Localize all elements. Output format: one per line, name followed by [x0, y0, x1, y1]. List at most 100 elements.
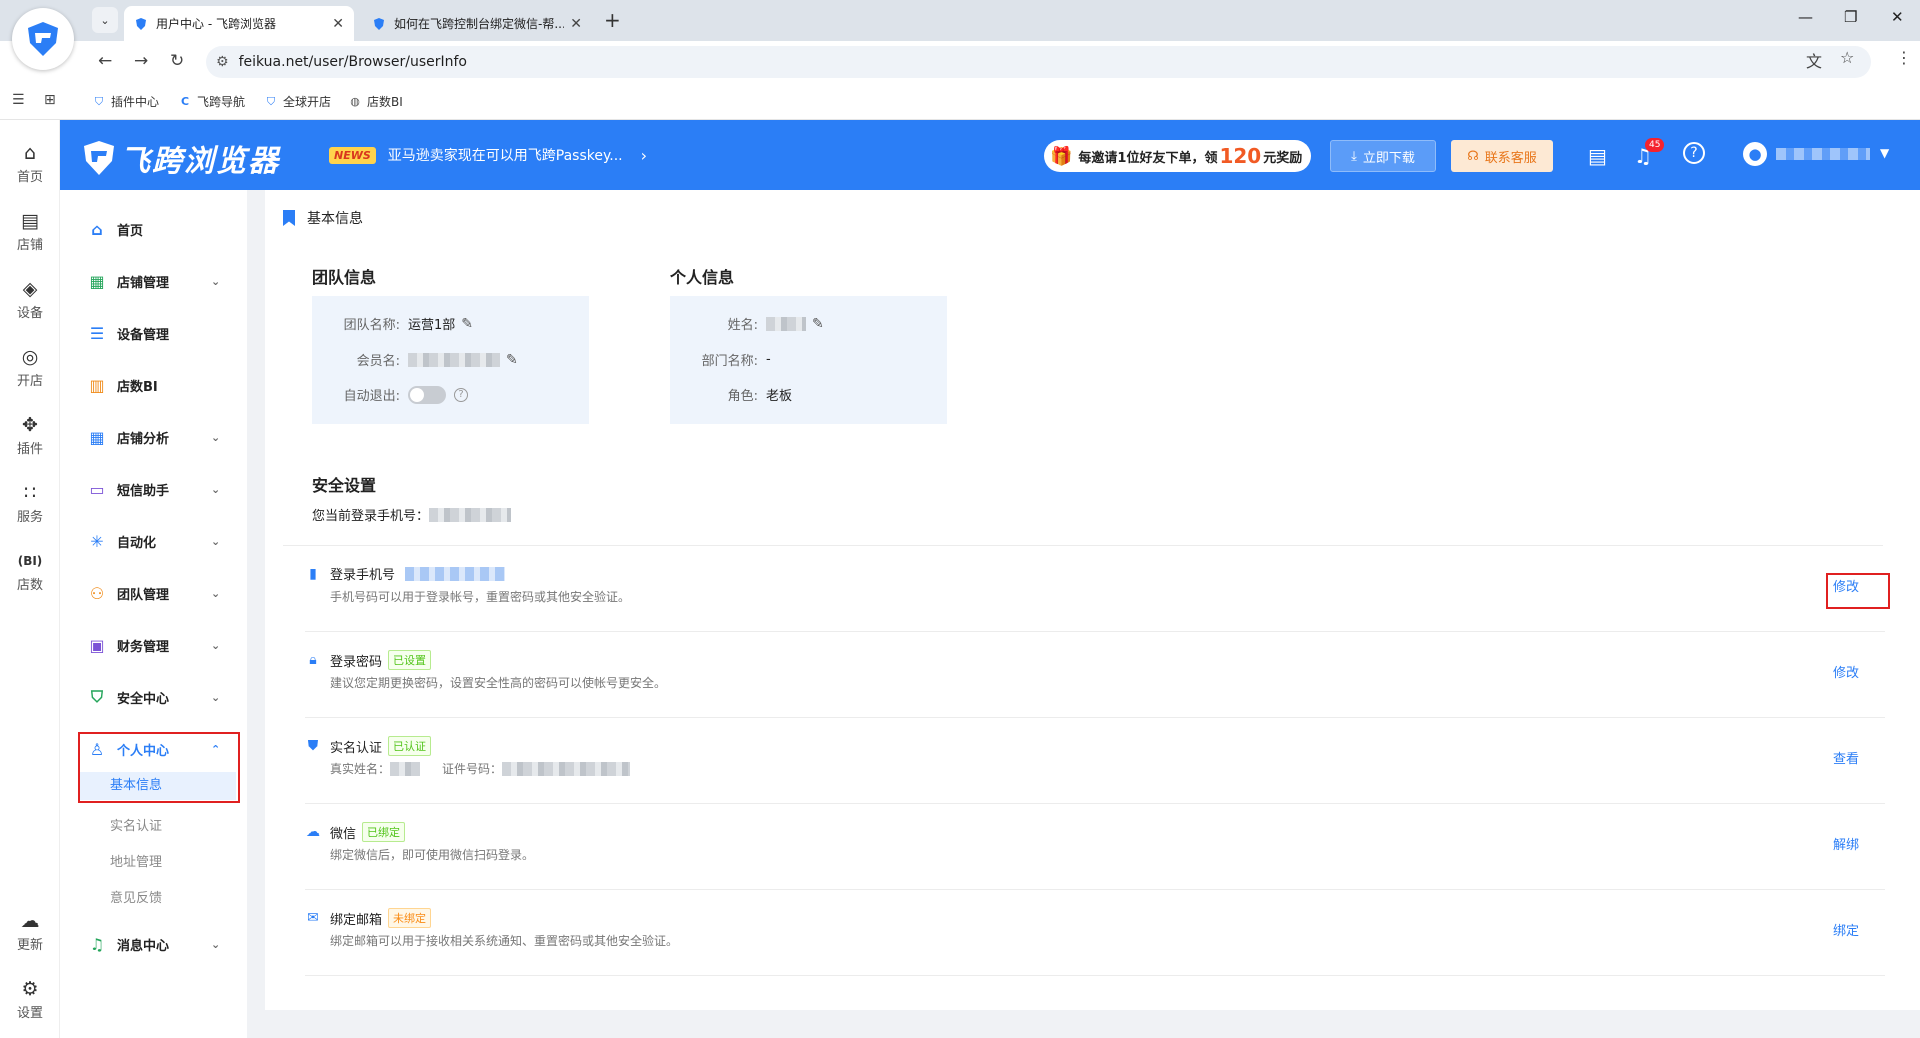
phone-icon: ▮: [309, 566, 317, 582]
bookmark-global-store[interactable]: ⛉ 全球开店: [264, 93, 331, 110]
bookmark-plugin-center[interactable]: ⛉ 插件中心: [92, 93, 159, 110]
bookmark-label: 店数BI: [367, 95, 403, 109]
item-name-text: 登录手机号: [330, 568, 396, 583]
rail-store[interactable]: ▤ 店铺: [0, 210, 60, 253]
news-ticker[interactable]: NEWS 亚马逊卖家现在可以用飞跨Passkey... ›: [329, 145, 647, 165]
team-name-value: 运营1部: [408, 318, 456, 333]
menu-item-message-center[interactable]: ♫ 消息中心 ⌄: [60, 931, 247, 957]
menu-item-security-center[interactable]: ⛉ 安全中心 ⌄: [60, 684, 247, 710]
auto-logout-toggle[interactable]: [408, 385, 446, 404]
download-button[interactable]: ⤓ 立即下载: [1330, 140, 1436, 172]
new-tab-plus-icon[interactable]: +: [604, 8, 621, 32]
rail-settings[interactable]: ⚙ 设置: [0, 978, 60, 1021]
security-item-desc: 真实姓名： 证件号码：: [330, 760, 631, 777]
url-text[interactable]: feikua.net/user/Browser/userInfo: [239, 54, 467, 70]
status-badge: 已认证: [388, 736, 432, 756]
star-icon[interactable]: ☆: [1840, 48, 1854, 67]
personal-info-card: 姓名: ✎ 部门名称: - 角色: 老板: [670, 296, 947, 424]
avatar[interactable]: ●: [1743, 142, 1767, 166]
close-icon[interactable]: ✕: [570, 16, 582, 32]
rail-service[interactable]: ∷ 服务: [0, 482, 60, 525]
rail-label: 更新: [16, 938, 43, 953]
auto-logout-label: 自动退出:: [343, 389, 400, 404]
person-name-label: 姓名:: [727, 318, 758, 333]
question-icon[interactable]: ?: [454, 387, 468, 402]
help-icon[interactable]: ?: [1683, 142, 1705, 164]
highlight-box: [78, 732, 240, 803]
reload-icon[interactable]: ↻: [170, 51, 184, 71]
rail-device[interactable]: ◈ 设备: [0, 278, 60, 321]
feikua-shield-icon: ⛉: [266, 94, 276, 108]
gear-icon: ⚙: [21, 978, 39, 1000]
globe-icon: ◍: [350, 95, 360, 108]
app-header: 飞跨浏览器 NEWS 亚马逊卖家现在可以用飞跨Passkey... › 🎁 每邀…: [60, 120, 1920, 190]
team-name-label: 团队名称:: [343, 318, 400, 333]
side-panel-icon[interactable]: ☰: [12, 92, 25, 108]
role-label: 角色:: [727, 389, 758, 404]
rail-open-store[interactable]: ◎ 开店: [0, 346, 60, 389]
caret-down-icon[interactable]: ▼: [1880, 146, 1889, 160]
forward-arrow-icon[interactable]: →: [134, 51, 148, 71]
menu-item-sms-assistant[interactable]: ▭ 短信助手 ⌄: [60, 476, 247, 502]
app-logo[interactable]: 飞跨浏览器: [82, 136, 280, 180]
menu-item-device-management[interactable]: ☰ 设备管理: [60, 320, 247, 346]
submenu-feedback[interactable]: 意见反馈: [110, 887, 162, 906]
menu-item-store-management[interactable]: ▦ 店铺管理 ⌄: [60, 268, 247, 294]
site-info-icon[interactable]: ⚙: [216, 54, 229, 70]
chevron-down-icon: ⌄: [211, 937, 221, 951]
edit-icon[interactable]: ✎: [506, 352, 518, 368]
close-icon[interactable]: ✕: [332, 16, 344, 32]
current-phone-blurred: [429, 507, 512, 522]
menu-item-automation[interactable]: ✳ 自动化 ⌄: [60, 528, 247, 554]
team-name-row: 团队名称: 运营1部 ✎: [312, 314, 473, 334]
bind-email-button[interactable]: 绑定: [1833, 920, 1859, 939]
wechat-icon: ☁: [306, 824, 320, 840]
menu-item-finance-management[interactable]: ▣ 财务管理 ⌄: [60, 632, 247, 658]
service-label: 联系客服: [1484, 150, 1537, 166]
security-item-email: ✉ 绑定邮箱 未绑定 绑定邮箱可以用于接收相关系统通知、重置密码或其他安全验证。…: [305, 890, 1885, 976]
highlight-box: [1826, 573, 1890, 609]
tab-search-dropdown[interactable]: ⌄: [92, 7, 118, 33]
bookmark-feikua-nav[interactable]: C 飞跨导航: [178, 93, 245, 110]
rail-store-bi[interactable]: (BI) 店数: [0, 550, 60, 593]
apps-grid-icon[interactable]: ⊞: [44, 92, 56, 108]
rail-update[interactable]: ☁ 更新: [0, 910, 60, 953]
menu-item-store-analysis[interactable]: ▦ 店铺分析 ⌄: [60, 424, 247, 450]
submenu-address[interactable]: 地址管理: [110, 851, 162, 870]
modify-password-button[interactable]: 修改: [1833, 662, 1859, 681]
document-icon[interactable]: ▤: [1588, 144, 1607, 168]
home-icon: ⌂: [23, 142, 37, 164]
menu-item-team-management[interactable]: ⚇ 团队管理 ⌄: [60, 580, 247, 606]
security-item-name: 微信 已绑定: [330, 822, 406, 842]
menu-item-home[interactable]: ⌂ 首页: [60, 216, 247, 242]
submenu-real-name[interactable]: 实名认证: [110, 815, 162, 834]
rail-label: 设置: [16, 1006, 43, 1021]
wallet-icon: ▣: [89, 635, 105, 655]
menu-item-store-bi[interactable]: ▥ 店数BI: [60, 372, 247, 398]
address-bar[interactable]: ⚙ feikua.net/user/Browser/userInfo: [206, 46, 1871, 78]
rail-label: 店铺: [16, 238, 43, 253]
view-real-name-button[interactable]: 查看: [1833, 748, 1859, 767]
snowflake-icon: ✳: [90, 531, 104, 551]
item-name-text: 绑定邮箱: [330, 912, 383, 928]
invite-banner[interactable]: 🎁 每邀请1位好友下单，领 120 元奖励: [1044, 140, 1311, 172]
edit-icon[interactable]: ✎: [812, 316, 824, 332]
user-name-blurred[interactable]: [1776, 148, 1870, 160]
contact-service-button[interactable]: ☊ 联系客服: [1451, 140, 1553, 172]
translate-icon[interactable]: 文: [1806, 48, 1822, 72]
edit-icon[interactable]: ✎: [461, 316, 473, 332]
more-menu-icon[interactable]: ⋮: [1896, 48, 1912, 67]
feikua-logo-icon: [28, 22, 58, 56]
rail-plugin[interactable]: ✥ 插件: [0, 414, 60, 457]
chevron-down-icon: ⌄: [211, 430, 221, 444]
restore-icon[interactable]: ❐: [1844, 8, 1857, 26]
tab-help-wechat[interactable]: 如何在飞跨控制台绑定微信-帮... ✕: [362, 6, 592, 41]
unbind-wechat-button[interactable]: 解绑: [1833, 834, 1859, 853]
main-content: 基本信息 团队信息 团队名称: 运营1部 ✎ 会员名: ✎ 自动退出: ? 个人…: [265, 190, 1920, 1010]
tab-user-center[interactable]: 用户中心 - 飞跨浏览器 ✕: [124, 6, 354, 41]
rail-home[interactable]: ⌂ 首页: [0, 142, 60, 185]
back-arrow-icon[interactable]: ←: [98, 51, 112, 71]
window-close-icon[interactable]: ✕: [1891, 8, 1904, 26]
bookmark-store-bi[interactable]: ◍ 店数BI: [348, 93, 403, 110]
minimize-icon[interactable]: —: [1798, 8, 1813, 26]
